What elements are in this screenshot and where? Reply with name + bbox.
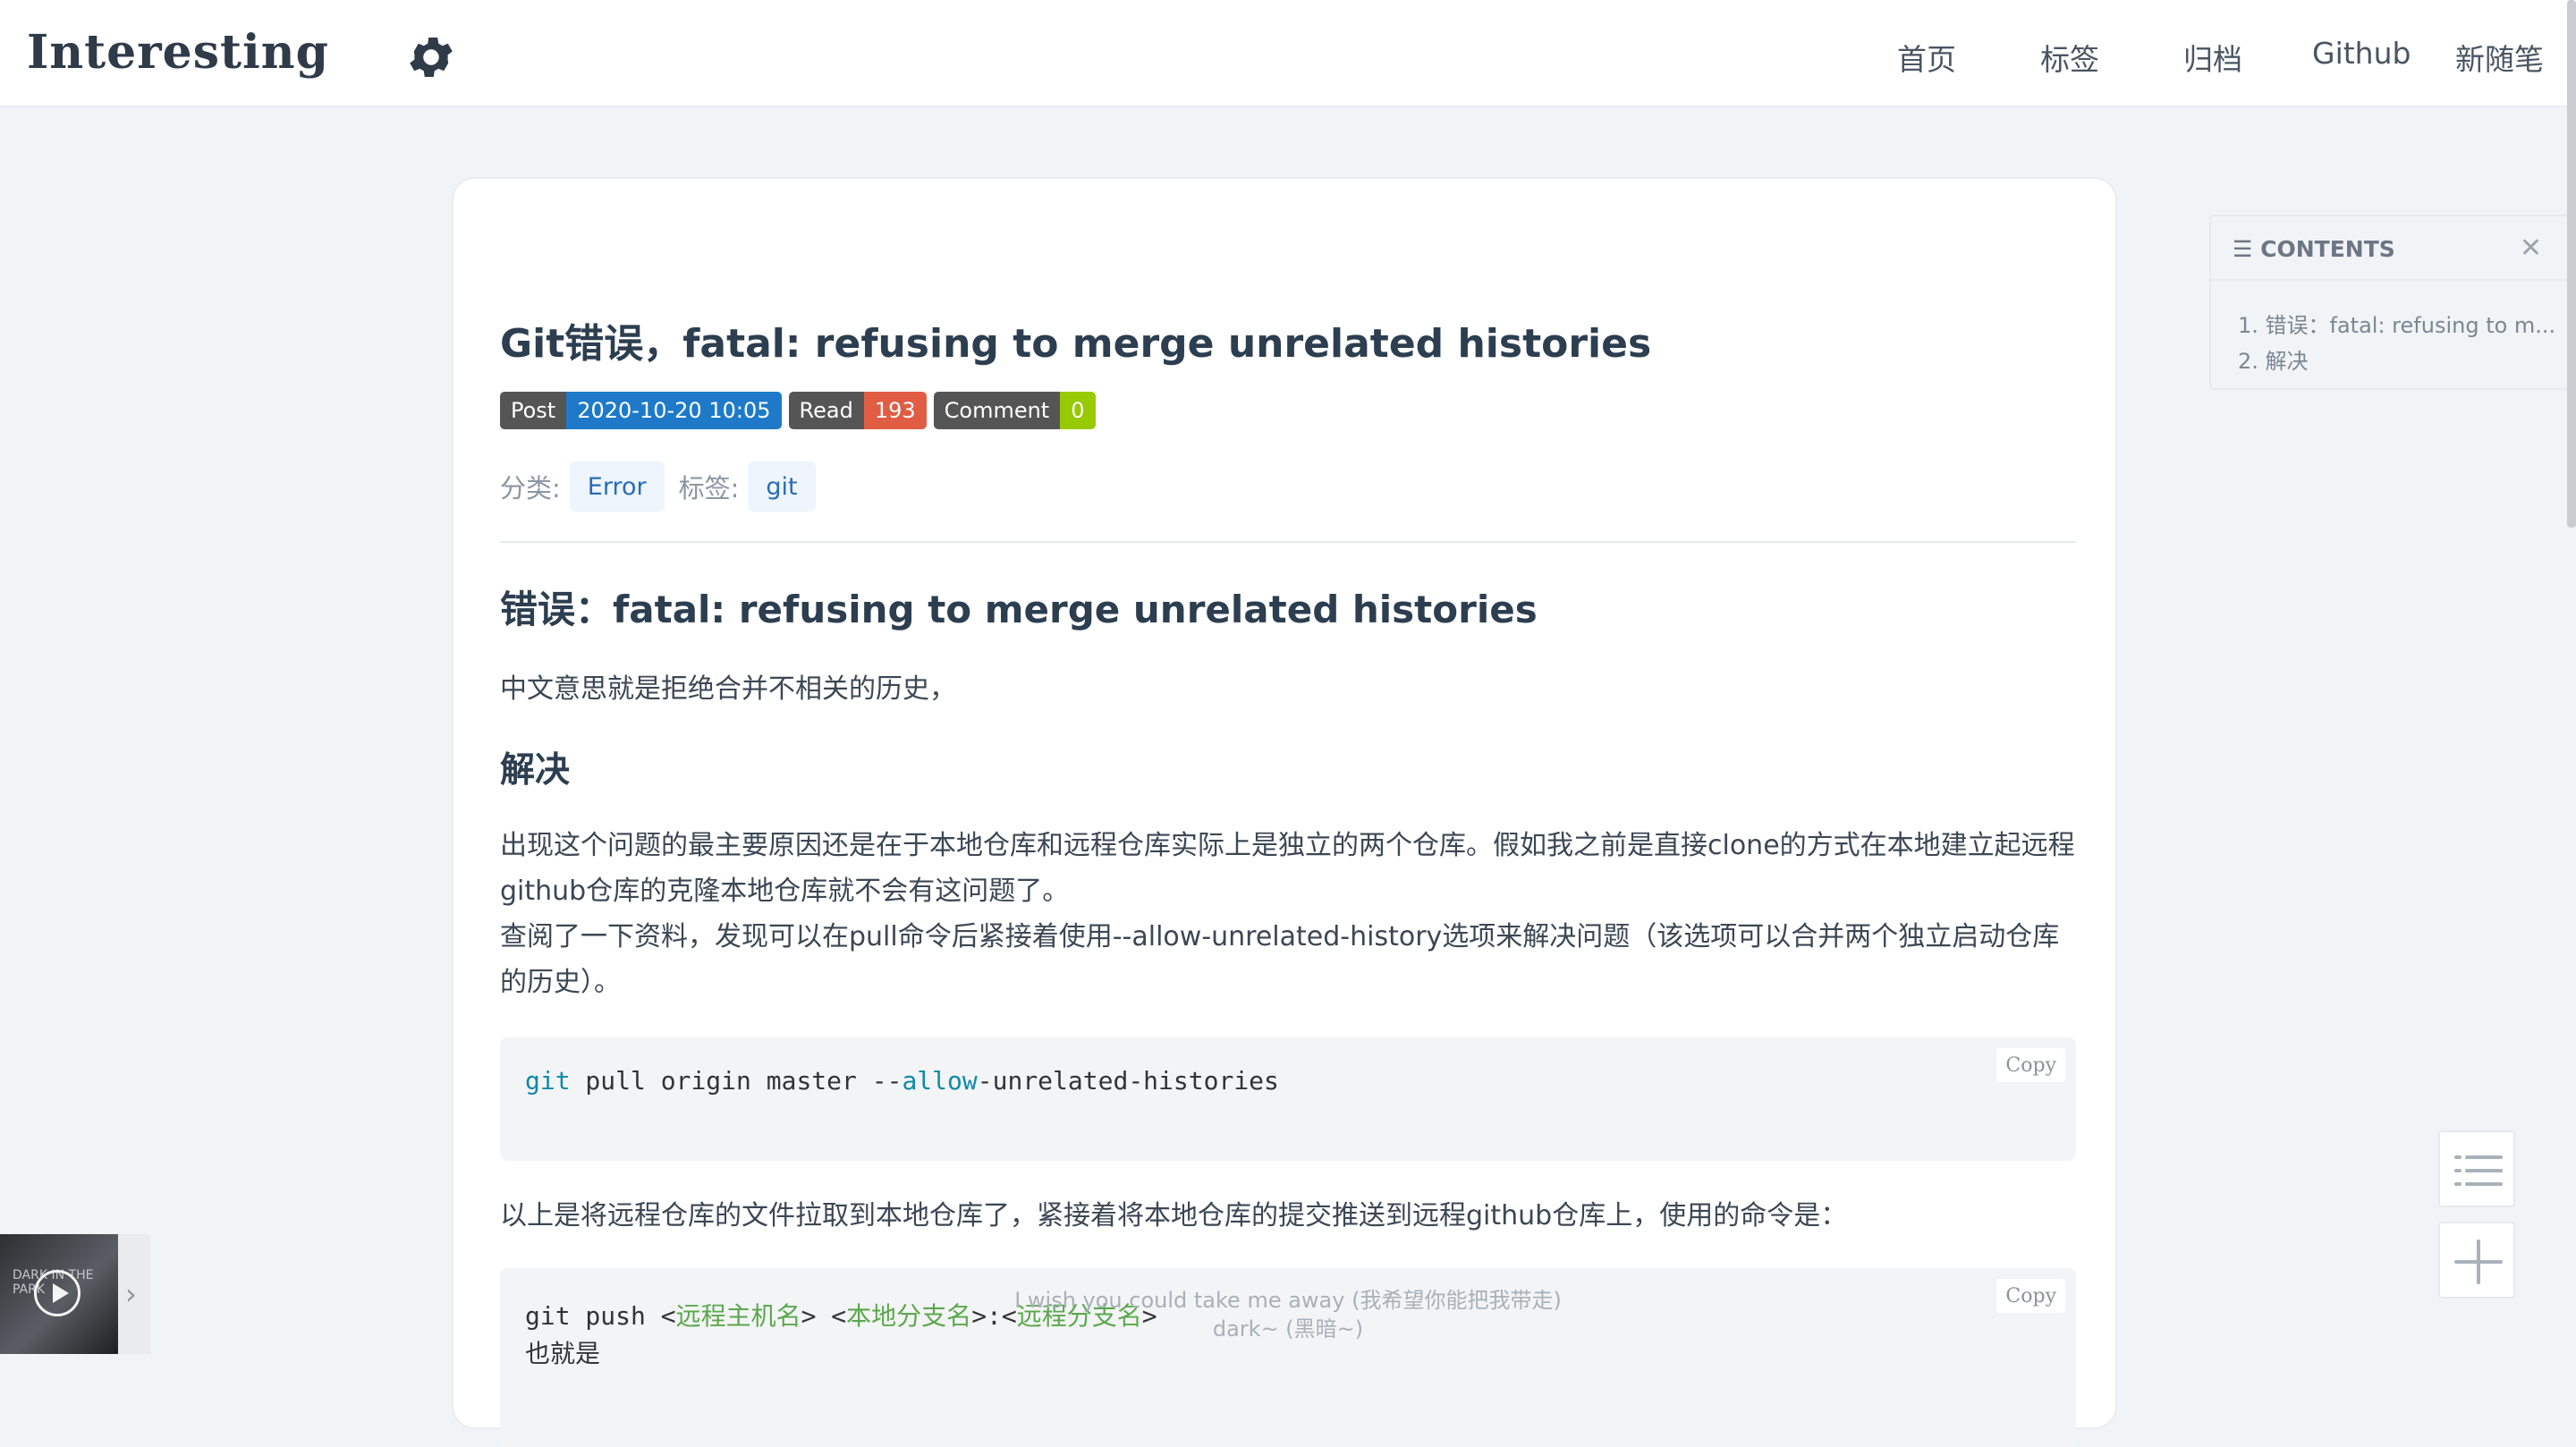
paragraph: 中文意思就是拒绝合并不相关的历史， <box>500 673 956 705</box>
paragraph: 以上是将远程仓库的文件拉取到本地仓库了，紧接着将本地仓库的提交推送到远程gith… <box>500 1200 1848 1231</box>
toc-toggle-button[interactable] <box>2438 1130 2515 1207</box>
main-nav: 首页 标签 归档 Github 新随笔 <box>0 36 2576 80</box>
code-block: git pull origin master --allow-unrelated… <box>500 1037 2076 1161</box>
toc-header: ☰ CONTENTS <box>2233 236 2395 262</box>
category-label: 分类: <box>500 473 561 503</box>
list-icon <box>2454 1155 2503 1186</box>
read-count-badge: Read 193 <box>788 392 927 429</box>
toc-item[interactable]: 1. 错误：fatal: refusing to m... <box>2238 308 2555 339</box>
toc-title: CONTENTS <box>2260 236 2395 262</box>
badge-value: 193 <box>863 392 927 429</box>
list-icon: ☰ <box>2233 236 2261 262</box>
paragraph: 出现这个问题的最主要原因还是在于本地仓库和远程仓库实际上是独立的两个仓库。假如我… <box>500 823 2083 1005</box>
tag-link[interactable]: git <box>748 461 816 512</box>
nav-new-post[interactable]: 新随笔 <box>2455 36 2544 79</box>
nav-home[interactable]: 首页 <box>1897 36 1956 79</box>
badge-key: Comment <box>933 392 1061 429</box>
badge-key: Read <box>788 392 864 429</box>
toc-item[interactable]: 2. 解决 <box>2238 343 2309 375</box>
section-heading-error: 错误：fatal: refusing to merge unrelated hi… <box>500 588 1538 631</box>
post-date-badge: Post 2020-10-20 10:05 <box>500 392 782 429</box>
comment-count-badge[interactable]: Comment 0 <box>933 392 1096 429</box>
nav-tags[interactable]: 标签 <box>2040 36 2099 79</box>
tags-label: 标签: <box>678 473 740 503</box>
nav-github[interactable]: Github <box>2312 36 2411 71</box>
copy-button[interactable]: Copy <box>1996 1048 2065 1082</box>
scrollbar[interactable] <box>2567 0 2576 528</box>
divider <box>2211 279 2574 281</box>
section-heading-solution: 解决 <box>500 750 571 791</box>
divider <box>500 541 2076 543</box>
top-header: Interesting 首页 标签 归档 Github 新随笔 <box>0 0 2576 107</box>
lyric-line: I wish you could take me away (我希望你能把我带走… <box>1014 1288 1562 1313</box>
paragraph-text: 出现这个问题的最主要原因还是在于本地仓库和远程仓库实际上是独立的两个仓库。假如我… <box>500 830 2075 907</box>
table-of-contents: ☰ CONTENTS ✕ 1. 错误：fatal: refusing to m.… <box>2209 215 2576 390</box>
post-meta: 分类: Error 标签: git <box>500 461 830 512</box>
nav-archive[interactable]: 归档 <box>2183 36 2242 79</box>
article-card: Git错误，fatal: refusing to merge unrelated… <box>452 177 2117 1447</box>
badge-value: 2020-10-20 10:05 <box>566 392 782 429</box>
category-link[interactable]: Error <box>569 461 665 512</box>
post-badges: Post 2020-10-20 10:05 Read 193 Comment 0 <box>500 392 1096 429</box>
post-title: Git错误，fatal: refusing to merge unrelated… <box>500 321 1652 367</box>
badge-value: 0 <box>1060 392 1096 429</box>
code-line: git pull origin master --allow-unrelated… <box>525 1066 1279 1096</box>
close-icon[interactable]: ✕ <box>2520 233 2542 264</box>
badge-key: Post <box>500 392 567 429</box>
paragraph-text: 查阅了一下资料，发现可以在pull命令后紧接着使用--allow-unrelat… <box>500 921 2060 998</box>
lyric-line: dark~ (黑暗~) <box>1212 1316 1364 1341</box>
